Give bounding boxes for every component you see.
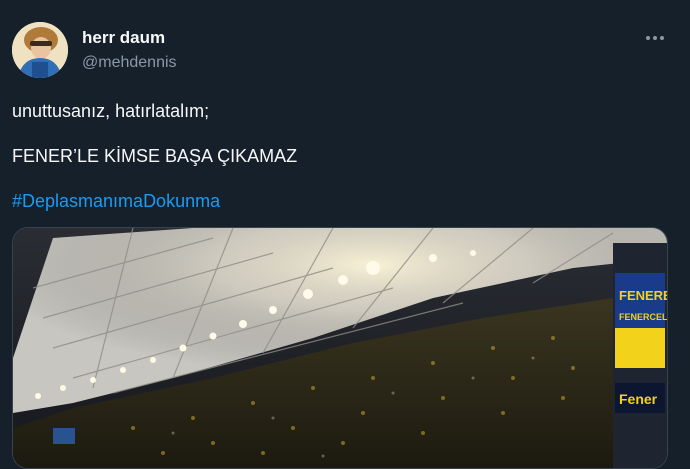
banner-text-mid: FENERCELL'LE [619,312,667,322]
more-options-button[interactable] [640,26,670,50]
avatar-image [12,22,68,78]
author-handle[interactable]: @mehdennis [82,54,177,72]
author-display-name[interactable]: herr daum [82,28,177,48]
author-info: herr daum @mehdennis [82,28,177,72]
banner-board: FENERB FENERCELL'LE Fener [615,273,667,413]
more-horizontal-icon [646,36,650,40]
more-horizontal-icon [660,36,664,40]
banner-text-bottom: Fener [619,391,658,407]
stadium-photo: FENERB FENERCELL'LE Fener [13,228,667,468]
banner-text-top: FENERB [619,288,667,303]
tweet-media-image[interactable]: FENERB FENERCELL'LE Fener [12,227,668,469]
tweet-text-line: FENER’LE KİMSE BAŞA ÇIKAMAZ [12,146,298,166]
more-horizontal-icon [653,36,657,40]
hashtag-link[interactable]: #DeplasmanımaDokunma [12,191,220,212]
avatar[interactable] [12,22,68,78]
tweet-card: herr daum @mehdennis unuttusanız, hatırl… [0,0,690,469]
tweet-text-line: unuttusanız, hatırlatalım; [12,101,210,121]
